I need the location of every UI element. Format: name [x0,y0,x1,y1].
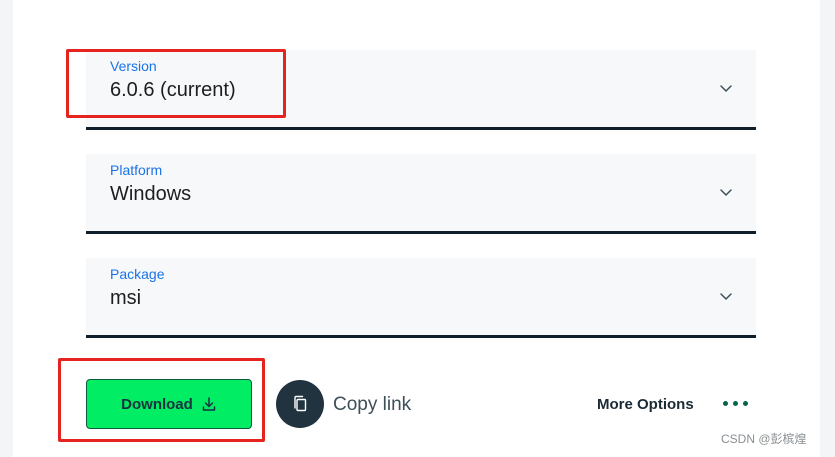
version-select[interactable]: Version 6.0.6 (current) [86,50,756,130]
package-value: msi [110,287,142,309]
package-label: Package [110,266,165,282]
platform-select[interactable]: Platform Windows [86,154,756,234]
dot [723,401,728,406]
dot [743,401,748,406]
more-options-link[interactable]: More Options [597,396,694,414]
platform-label: Platform [110,162,163,178]
platform-value: Windows [110,183,192,205]
chevron-down-icon [720,293,732,300]
copy-icon [294,395,307,412]
package-select[interactable]: Package msi [86,258,756,338]
copy-link-button[interactable] [276,380,324,428]
chevron-down-icon [720,189,732,196]
download-button[interactable]: Download [86,379,252,429]
more-dots-icon[interactable] [723,401,748,406]
version-value: 6.0.6 (current) [110,79,236,101]
download-icon [202,397,216,411]
dot [733,401,738,406]
version-label: Version [110,58,157,74]
copy-link-label[interactable]: Copy link [333,394,411,416]
download-button-label: Download [121,395,193,413]
csdn-watermark: CSDN @彭槟煌 [721,432,807,446]
chevron-down-icon [720,85,732,92]
